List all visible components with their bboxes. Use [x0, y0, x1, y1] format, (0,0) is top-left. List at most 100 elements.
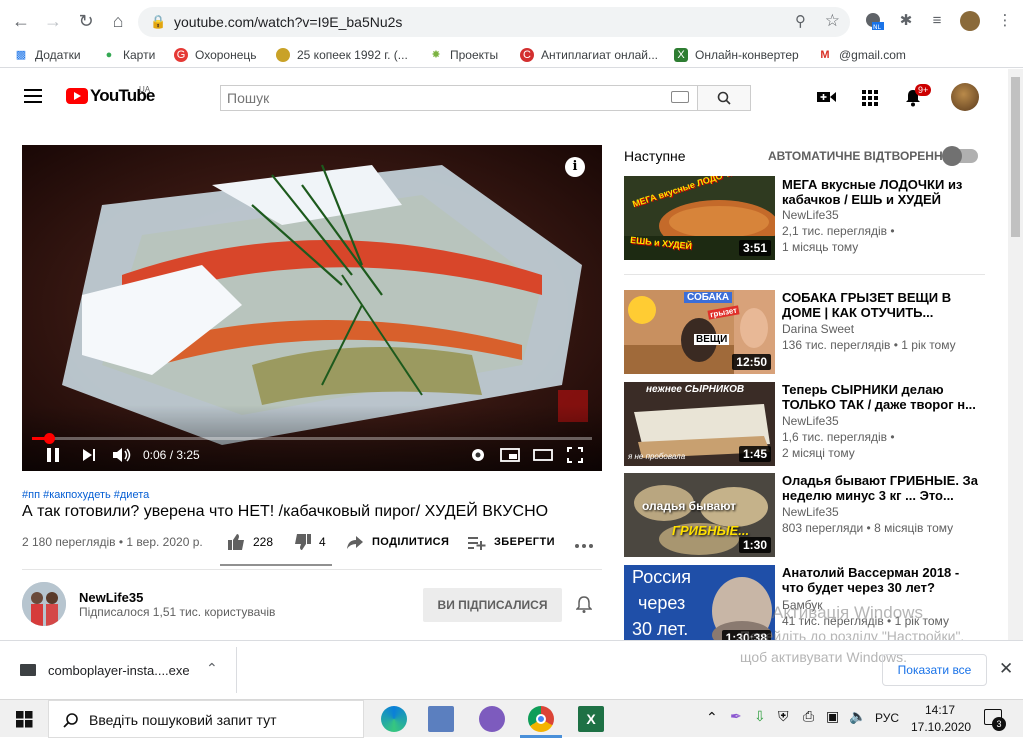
show-all-button[interactable]: Показати все	[882, 654, 987, 686]
thumb-down-icon	[295, 534, 311, 550]
bookmark-guard[interactable]: G Охоронець	[174, 46, 257, 64]
theater-mode-icon[interactable]	[533, 448, 553, 468]
taskbar-search[interactable]: Введіть пошуковий запит тут	[48, 700, 364, 738]
channel-3[interactable]: NewLife35	[782, 414, 839, 428]
network-app-icon[interactable]	[428, 706, 454, 732]
video-title-4[interactable]: Оладья бывают ГРИБНЫЕ. За неделю минус 3…	[782, 473, 982, 503]
hamburger-menu-icon[interactable]	[24, 89, 42, 103]
clock-time[interactable]: 14:17	[925, 703, 955, 717]
channel-avatar[interactable]	[22, 582, 66, 626]
close-icon[interactable]: ✕	[999, 659, 1013, 679]
profile-avatar[interactable]	[960, 11, 980, 31]
thumbnail-1[interactable]: МЕГА вкусные ЛОДОЧКИ ЕШЬ и ХУДЕЙ 3:51	[624, 176, 775, 260]
search-page-icon[interactable]: ⚲	[795, 12, 806, 30]
video-title-3[interactable]: Теперь СЫРНИКИ делаю ТОЛЬКО ТАК / даже т…	[782, 382, 982, 412]
browser-toolbar: ← → ↻ ⌂ 🔒 youtube.com/watch?v=I9E_ba5Nu2…	[0, 0, 1023, 42]
dislike-count: 4	[319, 535, 326, 549]
url-text[interactable]: youtube.com/watch?v=I9E_ba5Nu2s	[174, 14, 402, 30]
speaker-tray-icon[interactable]: 🔈	[849, 708, 866, 725]
scrollbar-thumb[interactable]	[1011, 77, 1020, 237]
puzzle-extensions-icon[interactable]: ✱	[896, 11, 916, 31]
subscribed-button[interactable]: ВИ ПІДПИСАЛИСЯ	[423, 588, 562, 622]
coin-icon	[276, 48, 290, 62]
thumb-4-text-b: ГРИБНЫЕ...	[672, 523, 750, 538]
download-tray-icon[interactable]: ⇩	[754, 708, 766, 725]
network-tray-icon[interactable]: ▣	[826, 708, 839, 725]
pause-icon[interactable]	[46, 447, 60, 469]
edge-icon[interactable]	[381, 706, 407, 732]
fullscreen-icon[interactable]	[567, 447, 583, 469]
language-indicator[interactable]: РУС	[875, 711, 899, 725]
download-filename[interactable]: comboplayer-insta....exe	[48, 663, 190, 678]
forward-icon[interactable]: →	[42, 10, 64, 32]
chevron-up-icon[interactable]: ⌃	[206, 660, 218, 677]
page-scrollbar[interactable]	[1008, 69, 1023, 640]
progress-knob[interactable]	[43, 433, 55, 444]
duration-2: 12:50	[732, 354, 771, 370]
more-actions-icon[interactable]	[574, 538, 594, 548]
miniplayer-icon[interactable]	[500, 448, 520, 468]
home-icon[interactable]: ⌂	[107, 10, 129, 32]
action-center-badge: 3	[992, 717, 1006, 731]
region-code: UA	[139, 85, 151, 94]
video-title-5[interactable]: Анатолий Вассерман 2018 - что будет чере…	[782, 565, 982, 595]
video-title-1[interactable]: МЕГА вкусные ЛОДОЧКИ из кабачков / ЕШЬ и…	[782, 177, 982, 207]
bookmark-star-icon[interactable]: ☆	[825, 11, 840, 31]
notification-bell-icon[interactable]	[576, 596, 592, 614]
thumbnail-4[interactable]: оладья бывают ГРИБНЫЕ... 1:30	[624, 473, 775, 557]
thumbnail-3[interactable]: нежнее СЫРНИКОВ я не пробовала 1:45	[624, 382, 775, 466]
chrome-icon[interactable]	[528, 706, 554, 732]
autoplay-toggle[interactable]	[942, 146, 978, 166]
download-bar: comboplayer-insta....exe ⌃ щоб активуват…	[0, 640, 1023, 699]
thumbnail-2[interactable]: СОБАКА грызет ВЕЩИ 12:50	[624, 290, 775, 374]
bookmark-gmail[interactable]: M @gmail.com	[818, 46, 905, 64]
search-box[interactable]	[220, 85, 697, 111]
tray-chevron-icon[interactable]: ⌃	[706, 709, 718, 726]
separator	[236, 647, 237, 693]
views-2: 136 тис. переглядів • 1 рік тому	[782, 338, 956, 352]
bookmark-apps[interactable]: ▩ Додатки	[14, 46, 81, 64]
settings-icon[interactable]	[470, 447, 486, 469]
bookmark-antiplagiat[interactable]: C Антиплагиат онлай...	[520, 46, 658, 64]
channel-name[interactable]: NewLife35	[79, 590, 143, 605]
channel-1[interactable]: NewLife35	[782, 208, 839, 222]
volume-icon[interactable]	[112, 447, 132, 469]
youtube-logo-icon[interactable]	[66, 88, 88, 104]
shield-tray-icon[interactable]: ⛨	[778, 708, 789, 725]
media-queue-icon[interactable]: ≡	[927, 11, 947, 31]
thumb-3-text-a: нежнее СЫРНИКОВ	[646, 384, 745, 395]
video-player[interactable]: i 0:06 / 3:25	[22, 145, 602, 471]
account-avatar[interactable]	[951, 83, 979, 111]
windows-start-icon[interactable]	[16, 711, 33, 728]
search-button[interactable]	[697, 85, 751, 111]
channel-2[interactable]: Darina Sweet	[782, 322, 854, 336]
menu-kebab-icon[interactable]: ⋮	[995, 11, 1015, 31]
search-input[interactable]	[227, 86, 647, 110]
progress-bar[interactable]	[32, 433, 592, 444]
bookmark-converter[interactable]: X Онлайн-конвертер	[674, 46, 799, 64]
back-icon[interactable]: ←	[10, 10, 32, 32]
channel-4[interactable]: NewLife35	[782, 505, 839, 519]
hashtags[interactable]: #пп #какпохудеть #диета	[22, 489, 149, 501]
excel-icon[interactable]: X	[578, 706, 604, 732]
keyboard-icon[interactable]	[671, 91, 689, 103]
printer-tray-icon[interactable]: ⎙	[803, 708, 814, 725]
age-1: 1 місяць тому	[782, 240, 859, 254]
bookmark-projects[interactable]: ✸ Проекты	[429, 46, 498, 64]
next-icon[interactable]	[82, 448, 96, 468]
pen-tray-icon[interactable]: ✒	[730, 708, 742, 725]
reload-icon[interactable]: ↻	[75, 10, 97, 32]
globe-extension-icon[interactable]: NL	[864, 11, 884, 31]
address-bar[interactable]: 🔒 youtube.com/watch?v=I9E_ba5Nu2s ⚲ ☆	[138, 7, 850, 37]
create-video-icon[interactable]	[817, 89, 837, 105]
bookmark-coins[interactable]: 25 копеек 1992 г. (...	[276, 46, 408, 64]
viber-icon[interactable]	[479, 706, 505, 732]
clock-date[interactable]: 17.10.2020	[911, 720, 971, 734]
up-next-label: Наступне	[624, 148, 686, 164]
bookmark-maps[interactable]: ● Карти	[102, 46, 156, 64]
info-icon[interactable]: i	[565, 157, 585, 177]
thumb-5-text-b: через	[638, 593, 686, 613]
thumb-4-text-a: оладья бывают	[642, 499, 737, 513]
video-title-2[interactable]: СОБАКА ГРЫЗЕТ ВЕЩИ В ДОМЕ | КАК ОТУЧИТЬ.…	[782, 290, 982, 320]
apps-grid-icon[interactable]	[862, 90, 878, 106]
